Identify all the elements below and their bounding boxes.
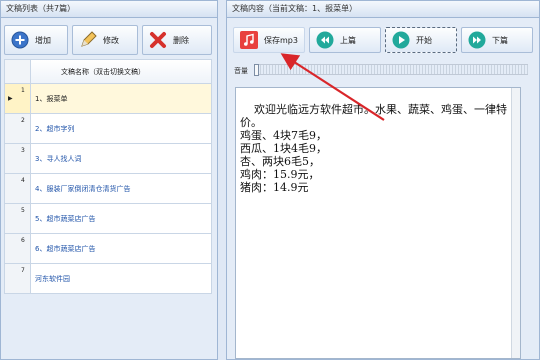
x-delete-icon [149,31,167,49]
delete-button-label: 删除 [173,35,189,45]
volume-label: 音量 [234,67,248,75]
volume-slider-thumb[interactable] [254,64,259,76]
table-row[interactable]: ▶ 1 1、报菜单 [4,83,212,114]
document-list-header: 文稿列表（共7篇） [1,1,217,18]
row-index: 2 [4,113,31,144]
table-header-name: 文稿名称（双击切换文稿） [30,59,212,84]
row-name: 河东软件园 [30,263,212,294]
document-content-panel: 文稿内容（当前文稿：1、报菜单） 保存mp3 上篇 开始 下篇 音量 欢迎光临远… [226,0,540,360]
row-name: 4、服装厂家倒闭清仓清货广告 [30,173,212,204]
fast-forward-icon [468,31,486,49]
music-note-icon [240,31,258,49]
table-header-index-cell [4,59,31,84]
table-row[interactable]: 7 河东软件园 [4,263,212,294]
start-label: 开始 [416,35,432,45]
start-button[interactable]: 开始 [385,27,457,53]
table-row[interactable]: 5 5、超市蔬菜店广告 [4,203,212,234]
row-name: 5、超市蔬菜店广告 [30,203,212,234]
delete-button[interactable]: 删除 [142,25,212,55]
edit-button[interactable]: 修改 [72,25,138,55]
table-row[interactable]: 3 3、寻人找人词 [4,143,212,174]
next-button[interactable]: 下篇 [461,27,533,53]
add-button[interactable]: 增加 [4,25,68,55]
play-icon [392,31,410,49]
row-name: 1、报菜单 [30,83,212,114]
document-list-panel: 文稿列表（共7篇） 增加 修改 删除 文稿名称（双击切换文稿） ▶ 1 1、报菜… [0,0,218,360]
previous-label: 上篇 [340,35,356,45]
plus-circle-icon [11,31,29,49]
row-index: 4 [4,173,31,204]
current-row-arrow-icon: ▶ [8,95,13,102]
document-content-textarea[interactable]: 欢迎光临远方软件超市。水果、蔬菜、鸡蛋、一律特价。 鸡蛋、4块7毛9， 西瓜、1… [235,87,521,359]
document-list-toolbar: 增加 修改 删除 [4,25,212,55]
next-label: 下篇 [492,35,508,45]
table-row[interactable]: 4 4、服装厂家倒闭清仓清货广告 [4,173,212,204]
table-header-row: 文稿名称（双击切换文稿） [4,59,212,84]
document-content-text: 欢迎光临远方软件超市。水果、蔬菜、鸡蛋、一律特价。 鸡蛋、4块7毛9， 西瓜、1… [240,103,507,194]
row-index: ▶ 1 [4,83,31,114]
row-name: 3、寻人找人词 [30,143,212,174]
row-index: 3 [4,143,31,174]
row-name: 6、超市蔬菜店广告 [30,233,212,264]
document-table: 文稿名称（双击切换文稿） ▶ 1 1、报菜单 2 2、超市字列 3 3、寻人找人词… [4,59,212,294]
content-scrollbar[interactable] [511,88,520,358]
row-index: 7 [4,263,31,294]
save-mp3-label: 保存mp3 [264,35,298,45]
row-index: 6 [4,233,31,264]
table-row[interactable]: 2 2、超市字列 [4,113,212,144]
previous-button[interactable]: 上篇 [309,27,381,53]
add-button-label: 增加 [35,35,51,45]
document-content-header: 文稿内容（当前文稿：1、报菜单） [227,1,539,18]
save-mp3-button[interactable]: 保存mp3 [233,27,305,53]
rewind-icon [316,31,334,49]
table-row[interactable]: 6 6、超市蔬菜店广告 [4,233,212,264]
playback-toolbar: 保存mp3 上篇 开始 下篇 [233,27,533,57]
pencil-icon [79,31,97,49]
volume-row: 音量 [230,63,530,77]
row-name: 2、超市字列 [30,113,212,144]
volume-slider[interactable] [254,64,528,76]
row-index: 5 [4,203,31,234]
edit-button-label: 修改 [103,35,119,45]
